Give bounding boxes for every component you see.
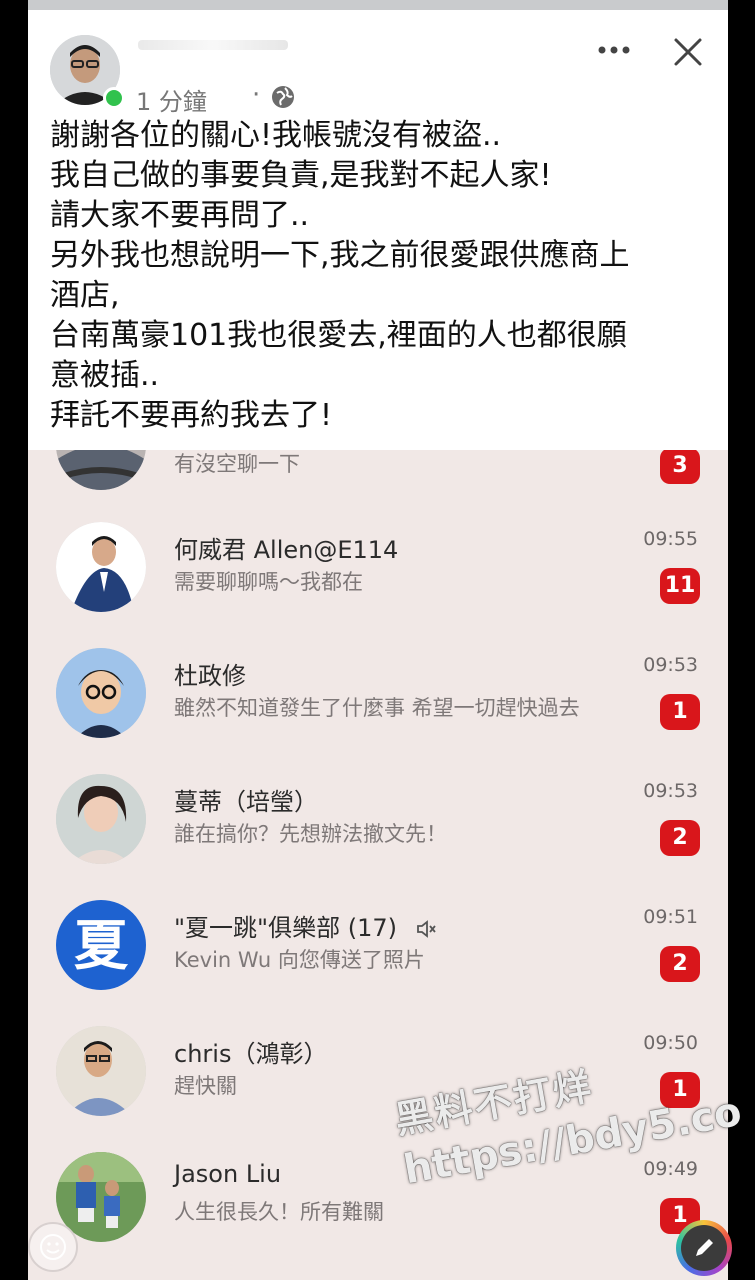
chat-message: 需要聊聊嗎～我都在 xyxy=(174,570,363,594)
emoji-button[interactable] xyxy=(28,1222,78,1272)
chat-avatar xyxy=(56,774,146,864)
edit-button[interactable] xyxy=(676,1220,732,1276)
chat-row[interactable]: 夏 "夏一跳"俱樂部 (17) Kevin Wu 向您傳送了照片 09:51 2 xyxy=(28,900,728,1026)
more-options-icon[interactable] xyxy=(594,38,634,62)
post-time: 1 分鐘 xyxy=(136,88,207,116)
chat-name-text: "夏一跳"俱樂部 (17) xyxy=(174,914,397,942)
pencil-icon xyxy=(696,1239,713,1256)
unread-badge: 3 xyxy=(660,448,700,484)
chat-time: 09:49 xyxy=(643,1158,698,1180)
top-strip xyxy=(28,0,728,10)
chat-time: 09:53 xyxy=(643,654,698,676)
chat-avatar xyxy=(56,1026,146,1116)
post-line: 酒店, xyxy=(50,278,120,313)
chat-name: chris（鴻彰） xyxy=(174,1040,328,1068)
chat-message: 雖然不知道發生了什麼事 希望一切趕快過去 xyxy=(174,696,580,720)
post-line: 台南萬豪101我也很愛去,裡面的人也都很願 xyxy=(50,318,627,353)
unread-badge: 2 xyxy=(660,820,700,856)
chat-row[interactable]: 杜政修 雖然不知道發生了什麼事 希望一切趕快過去 09:53 1 xyxy=(28,648,728,774)
chat-row[interactable]: 何威君 Allen@E114 需要聊聊嗎～我都在 09:55 11 xyxy=(28,522,728,648)
post-text: 謝謝各位的關心!我帳號沒有被盜.. 我自己做的事要負責,是我對不起人家! 請大家… xyxy=(50,116,720,436)
close-icon[interactable] xyxy=(668,32,708,72)
globe-icon xyxy=(272,86,294,108)
edit-button-inner xyxy=(681,1225,727,1271)
post-line: 謝謝各位的關心!我帳號沒有被盜.. xyxy=(50,118,502,153)
post-line: 意被插.. xyxy=(50,358,160,393)
chat-avatar xyxy=(56,648,146,738)
chat-time: 09:51 xyxy=(643,906,698,928)
chat-message: 人生很長久！所有難關 xyxy=(174,1200,384,1224)
unread-badge: 1 xyxy=(660,694,700,730)
chat-name: Jason Liu xyxy=(174,1160,282,1188)
chat-row[interactable]: 蔓蒂（培瑩） 誰在搞你？先想辦法撤文先！ 09:53 2 xyxy=(28,774,728,900)
chat-avatar xyxy=(56,522,146,612)
post-line: 我自己做的事要負責,是我對不起人家! xyxy=(50,158,552,193)
chat-message: 有沒空聊一下 xyxy=(174,452,300,476)
poster-name-redacted xyxy=(138,40,288,50)
chat-name: "夏一跳"俱樂部 (17) xyxy=(174,908,437,943)
group-avatar: 夏 xyxy=(56,900,146,990)
chat-name: 杜政修 xyxy=(174,662,246,690)
chat-time: 09:53 xyxy=(643,780,698,802)
chat-row[interactable]: Jason Liu 人生很長久！所有難關 09:49 1 xyxy=(28,1152,728,1278)
time-separator: · xyxy=(252,80,261,110)
story-post-card: 1 分鐘 · 謝謝各位的關心!我帳號沒有被盜.. 我自己做的事要負責,是我對不起… xyxy=(28,10,728,450)
smiley-icon xyxy=(40,1234,66,1260)
chat-name: 何威君 Allen@E114 xyxy=(174,536,399,564)
chat-message: 誰在搞你？先想辦法撤文先！ xyxy=(174,822,447,846)
chat-time: 09:55 xyxy=(643,528,698,550)
post-line: 請大家不要再問了.. xyxy=(50,198,310,233)
unread-badge: 2 xyxy=(660,946,700,982)
unread-badge: 11 xyxy=(660,568,700,604)
post-line: 拜託不要再約我去了! xyxy=(50,398,333,433)
chat-message: Kevin Wu 向您傳送了照片 xyxy=(174,948,425,972)
post-line: 另外我也想說明一下,我之前很愛跟供應商上 xyxy=(50,238,630,273)
online-status-dot xyxy=(103,87,125,109)
chat-name: 蔓蒂（培瑩） xyxy=(174,788,318,816)
group-avatar-char: 夏 xyxy=(74,913,128,977)
muted-icon xyxy=(416,920,436,938)
